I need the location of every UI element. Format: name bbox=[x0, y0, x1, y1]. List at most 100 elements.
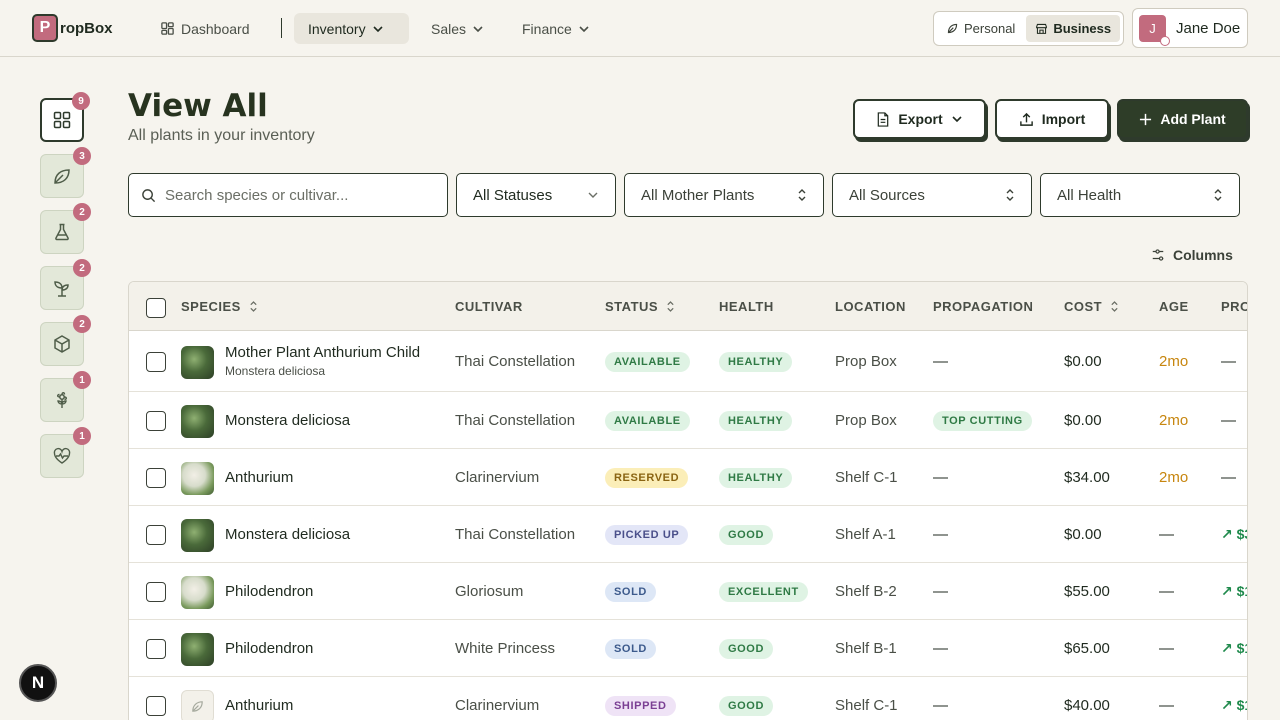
health-badge: HEALTHY bbox=[719, 351, 793, 372]
mode-business-button[interactable]: Business bbox=[1026, 15, 1121, 42]
column-status[interactable]: STATUS bbox=[605, 299, 675, 314]
sidebar-badge: 3 bbox=[73, 147, 91, 165]
table-row[interactable]: Anthurium Clarinervium RESERVED HEALTHY … bbox=[129, 449, 1247, 506]
plant-thumbnail[interactable] bbox=[181, 575, 214, 609]
row-checkbox[interactable] bbox=[146, 524, 166, 545]
plant-cost: $34.00 bbox=[1064, 468, 1110, 486]
sidebar-badge: 1 bbox=[73, 427, 91, 445]
sidebar-item-shipping[interactable]: 2 bbox=[40, 315, 91, 366]
column-species-label: SPECIES bbox=[181, 299, 241, 314]
chevron-down-icon bbox=[473, 25, 483, 32]
import-button[interactable]: Import bbox=[995, 99, 1109, 139]
status-badge: PICKED UP bbox=[605, 524, 689, 545]
sidebar-item-lab[interactable]: 2 bbox=[40, 203, 91, 254]
health-filter[interactable]: All Health bbox=[1040, 173, 1240, 217]
column-cost[interactable]: COST bbox=[1064, 299, 1119, 314]
plant-propagation: — bbox=[933, 468, 948, 486]
plant-species: Monstera deliciosa bbox=[225, 363, 326, 378]
plant-profit: ↗ $3 bbox=[1221, 525, 1247, 542]
leaf-icon bbox=[54, 169, 70, 184]
plant-name[interactable]: Anthurium bbox=[225, 469, 293, 486]
nav-inventory[interactable]: Inventory bbox=[294, 13, 409, 44]
nav-sales-label: Sales bbox=[431, 20, 467, 37]
nav-dashboard[interactable]: Dashboard bbox=[146, 13, 264, 44]
column-age-label: AGE bbox=[1159, 299, 1189, 314]
search-icon bbox=[142, 188, 156, 202]
plant-cultivar: White Princess bbox=[455, 639, 556, 657]
column-species[interactable]: SPECIES bbox=[181, 299, 258, 314]
plant-name[interactable]: Anthurium bbox=[225, 697, 293, 714]
nav-finance[interactable]: Finance bbox=[508, 13, 604, 44]
table-header: SPECIES CULTIVAR STATUS HEALTH LOCATION … bbox=[129, 282, 1248, 331]
search-input[interactable] bbox=[165, 186, 425, 204]
dev-tools-button[interactable]: N bbox=[19, 664, 57, 702]
plant-profit: — bbox=[1221, 352, 1236, 370]
table-row[interactable]: Monstera deliciosa Thai Constellation AV… bbox=[129, 392, 1247, 449]
export-button[interactable]: Export bbox=[853, 99, 986, 139]
nav-sales[interactable]: Sales bbox=[417, 13, 498, 44]
plant-location: Prop Box bbox=[835, 411, 897, 429]
plant-thumbnail[interactable] bbox=[181, 461, 214, 495]
plant-location: Shelf C-1 bbox=[835, 468, 898, 486]
add-plant-button[interactable]: Add Plant bbox=[1117, 99, 1248, 139]
sidebar-item-all[interactable]: 9 bbox=[40, 92, 90, 142]
avatar: J bbox=[1139, 14, 1170, 46]
sidebar-item-propagation[interactable]: 2 bbox=[40, 259, 91, 310]
table-row[interactable]: Anthurium Clarinervium SHIPPED GOOD Shel… bbox=[129, 677, 1247, 720]
select-all-checkbox[interactable] bbox=[146, 298, 166, 318]
row-checkbox[interactable] bbox=[146, 695, 166, 716]
plant-name[interactable]: Monstera deliciosa bbox=[225, 526, 350, 543]
app-logo[interactable]: P ropBox bbox=[32, 14, 113, 42]
table-row[interactable]: Philodendron Gloriosum SOLD EXCELLENT Sh… bbox=[129, 563, 1247, 620]
user-menu[interactable]: J Jane Doe bbox=[1132, 8, 1248, 48]
file-icon bbox=[878, 111, 889, 127]
plant-profit: ↗ $1 bbox=[1221, 582, 1247, 599]
table-row[interactable]: Mother Plant Anthurium Child Monstera de… bbox=[129, 331, 1247, 392]
source-filter[interactable]: All Sources bbox=[832, 173, 1032, 217]
plant-thumbnail[interactable] bbox=[181, 689, 214, 720]
sidebar-item-health[interactable]: 1 bbox=[40, 427, 91, 478]
health-badge: EXCELLENT bbox=[719, 581, 808, 602]
columns-label: Columns bbox=[1173, 247, 1233, 263]
sidebar-badge: 9 bbox=[72, 92, 90, 110]
plant-thumbnail[interactable] bbox=[181, 404, 214, 438]
plant-name[interactable]: Philodendron bbox=[225, 640, 313, 657]
plant-thumbnail[interactable] bbox=[181, 632, 214, 666]
plant-cost: $55.00 bbox=[1064, 582, 1110, 600]
row-checkbox[interactable] bbox=[146, 467, 166, 488]
health-badge: HEALTHY bbox=[719, 467, 793, 488]
mother-plant-filter[interactable]: All Mother Plants bbox=[624, 173, 824, 217]
columns-button[interactable]: Columns bbox=[1151, 247, 1233, 263]
nav-dashboard-label: Dashboard bbox=[181, 20, 250, 37]
row-checkbox[interactable] bbox=[146, 581, 166, 602]
plant-thumbnail[interactable] bbox=[181, 518, 214, 552]
status-filter[interactable]: All Statuses bbox=[456, 173, 616, 217]
table-row[interactable]: Monstera deliciosa Thai Constellation PI… bbox=[129, 506, 1247, 563]
plant-location: Shelf B-1 bbox=[835, 639, 897, 657]
column-cultivar: CULTIVAR bbox=[455, 299, 523, 314]
health-badge: GOOD bbox=[719, 524, 774, 545]
plant-name[interactable]: Monstera deliciosa bbox=[225, 412, 350, 429]
chevron-down-icon bbox=[952, 116, 962, 123]
column-age: AGE bbox=[1159, 299, 1189, 314]
plus-icon bbox=[1140, 113, 1152, 125]
plant-name[interactable]: Philodendron bbox=[225, 583, 313, 600]
plant-profit: ↗ $1 bbox=[1221, 639, 1247, 656]
nav-finance-label: Finance bbox=[522, 20, 572, 37]
mother-plant-filter-value: All Mother Plants bbox=[641, 186, 755, 204]
column-profit-label: PRO bbox=[1221, 299, 1248, 314]
plant-cultivar: Thai Constellation bbox=[455, 411, 576, 429]
mode-personal-button[interactable]: Personal bbox=[937, 15, 1024, 42]
plant-thumbnail[interactable] bbox=[181, 345, 214, 379]
row-checkbox[interactable] bbox=[146, 410, 166, 431]
row-checkbox[interactable] bbox=[146, 351, 166, 372]
plant-propagation: — bbox=[933, 582, 948, 600]
plant-name[interactable]: Mother Plant Anthurium Child bbox=[225, 344, 420, 361]
table-row[interactable]: Philodendron White Princess SOLD GOOD Sh… bbox=[129, 620, 1247, 677]
sidebar-item-plants[interactable]: 3 bbox=[40, 147, 91, 198]
plant-cultivar: Clarinervium bbox=[455, 468, 540, 486]
row-checkbox[interactable] bbox=[146, 638, 166, 659]
sidebar-item-mother-plants[interactable]: 1 bbox=[40, 371, 91, 422]
user-name: Jane Doe bbox=[1176, 19, 1241, 37]
plant-cultivar: Clarinervium bbox=[455, 696, 540, 714]
